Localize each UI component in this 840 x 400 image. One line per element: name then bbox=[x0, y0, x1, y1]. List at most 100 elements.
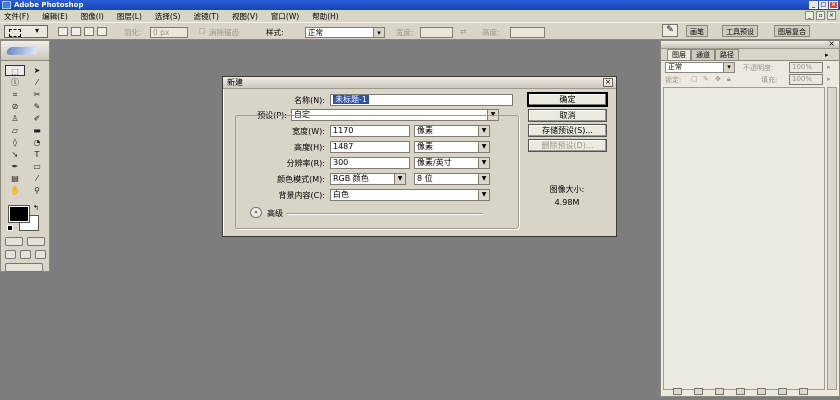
palette-tab-tool-presets[interactable]: 工具预设 bbox=[722, 25, 758, 37]
swap-dimensions-icon[interactable]: ⇄ bbox=[460, 27, 466, 36]
full-screen-menu-mode-icon[interactable] bbox=[20, 250, 31, 259]
tab-layers[interactable]: 图层 bbox=[667, 49, 691, 60]
dodge-tool-icon[interactable]: ◔ bbox=[27, 137, 47, 148]
palette-tab-layer-comps[interactable]: 图层复合 bbox=[774, 25, 810, 37]
doc-close-button[interactable]: × bbox=[827, 11, 836, 20]
opacity-input[interactable]: 100% bbox=[789, 62, 823, 73]
doc-restore-button[interactable]: ▫ bbox=[816, 11, 825, 20]
layer-mask-icon[interactable] bbox=[715, 387, 724, 395]
document-window-controls: _ ▫ × bbox=[805, 11, 836, 20]
history-brush-tool-icon[interactable]: ✐ bbox=[27, 113, 47, 124]
imageready-icon[interactable] bbox=[5, 263, 43, 272]
height-unit-select[interactable]: 像素 ▼ bbox=[414, 141, 490, 153]
quick-mask-mode-icon[interactable] bbox=[27, 237, 45, 246]
antialias-checkbox-icon[interactable]: ☐ bbox=[199, 27, 206, 36]
width-input[interactable] bbox=[420, 27, 453, 38]
resolution-unit-select[interactable]: 像素/英寸 ▼ bbox=[414, 157, 490, 169]
advanced-toggle-button[interactable]: » bbox=[250, 207, 262, 218]
menu-filter[interactable]: 滤镜(T) bbox=[194, 11, 219, 22]
adjustment-layer-icon[interactable] bbox=[757, 387, 766, 395]
menu-select[interactable]: 选择(S) bbox=[155, 11, 181, 22]
healing-brush-tool-icon[interactable]: ⊘ bbox=[5, 101, 25, 112]
dialog-close-button[interactable]: × bbox=[603, 78, 613, 87]
full-screen-mode-icon[interactable] bbox=[35, 250, 46, 259]
background-select[interactable]: 白色 ▼ bbox=[330, 189, 490, 201]
name-input[interactable]: 未标题-1 bbox=[330, 94, 513, 106]
subtract-selection-icon[interactable] bbox=[84, 27, 94, 36]
eraser-tool-icon[interactable]: ▱ bbox=[5, 125, 25, 136]
shape-tool-icon[interactable]: ▭ bbox=[27, 161, 47, 172]
chevron-down-icon: ▼ bbox=[478, 174, 489, 184]
new-group-icon[interactable] bbox=[736, 387, 745, 395]
bit-depth-select[interactable]: 8 位 ▼ bbox=[414, 173, 490, 185]
menu-window[interactable]: 窗口(W) bbox=[271, 11, 299, 22]
brushes-toggle-icon[interactable]: ✎ bbox=[662, 24, 678, 37]
height-input[interactable] bbox=[510, 27, 545, 38]
menu-image[interactable]: 图像(I) bbox=[81, 11, 104, 22]
minimize-button[interactable]: _ bbox=[809, 1, 818, 9]
maximize-button[interactable]: □ bbox=[819, 1, 828, 9]
foreground-color-swatch[interactable] bbox=[9, 206, 29, 222]
tab-paths[interactable]: 路径 bbox=[715, 49, 739, 60]
link-layers-icon[interactable] bbox=[673, 387, 682, 395]
hand-tool-icon[interactable]: ✋ bbox=[5, 185, 25, 196]
ok-button[interactable]: 确定 bbox=[528, 93, 607, 106]
doc-minimize-button[interactable]: _ bbox=[805, 11, 814, 20]
palette-tab-brushes[interactable]: 画笔 bbox=[686, 25, 708, 37]
standard-mode-icon[interactable] bbox=[5, 237, 23, 246]
clone-stamp-tool-icon[interactable]: ♙ bbox=[5, 113, 25, 124]
color-mode-select[interactable]: RGB 颜色 ▼ bbox=[330, 173, 406, 185]
blur-tool-icon[interactable]: ◊ bbox=[5, 137, 25, 148]
marquee-tool-icon[interactable]: ⬚ bbox=[5, 65, 25, 76]
lock-image-icon[interactable]: ✎ bbox=[703, 75, 709, 83]
height-input[interactable]: 1487 bbox=[330, 141, 410, 153]
pen-tool-icon[interactable]: ✒ bbox=[5, 161, 25, 172]
menu-view[interactable]: 视图(V) bbox=[232, 11, 258, 22]
feather-input[interactable]: 0 px bbox=[150, 27, 188, 38]
delete-layer-icon[interactable] bbox=[799, 387, 808, 395]
fill-input[interactable]: 100% bbox=[789, 74, 823, 85]
standard-screen-mode-icon[interactable] bbox=[5, 250, 16, 259]
tab-channels[interactable]: 通道 bbox=[691, 49, 715, 60]
swap-colors-icon[interactable]: ↰ bbox=[33, 204, 39, 212]
notes-tool-icon[interactable]: ▤ bbox=[5, 173, 25, 184]
save-preset-button[interactable]: 存储预设(S)... bbox=[528, 124, 607, 137]
fill-slider-icon[interactable]: ▸ bbox=[827, 75, 831, 83]
blend-mode-select[interactable]: 正常 ▾ bbox=[665, 62, 735, 73]
gradient-tool-icon[interactable]: ▬ bbox=[27, 125, 47, 136]
intersect-selection-icon[interactable] bbox=[97, 27, 107, 36]
resolution-input[interactable]: 300 bbox=[330, 157, 410, 169]
brush-tool-icon[interactable]: ✎ bbox=[27, 101, 47, 112]
new-selection-icon[interactable] bbox=[58, 27, 68, 36]
cancel-button[interactable]: 取消 bbox=[528, 109, 607, 122]
add-to-selection-icon[interactable] bbox=[71, 27, 81, 36]
new-layer-icon[interactable] bbox=[778, 387, 787, 395]
palette-menu-icon[interactable]: ▸ bbox=[825, 51, 835, 59]
layers-scrollbar[interactable] bbox=[827, 87, 837, 390]
slice-tool-icon[interactable]: ✂ bbox=[27, 89, 47, 100]
tool-preset-picker[interactable] bbox=[4, 25, 48, 38]
layer-style-icon[interactable] bbox=[694, 387, 703, 395]
delete-preset-button[interactable]: 删除预设(D)... bbox=[528, 139, 607, 152]
lock-transparency-icon[interactable]: ▢ bbox=[691, 75, 698, 83]
opacity-slider-icon[interactable]: ▸ bbox=[827, 63, 831, 71]
menu-help[interactable]: 帮助(H) bbox=[312, 11, 339, 22]
eyedropper-tool-icon[interactable]: ⁄ bbox=[27, 173, 47, 184]
magic-wand-tool-icon[interactable]: ⁄ bbox=[27, 77, 47, 88]
width-unit-select[interactable]: 像素 ▼ bbox=[414, 125, 490, 137]
menu-file[interactable]: 文件(F) bbox=[4, 11, 29, 22]
style-select[interactable]: 正常 ▾ bbox=[305, 27, 385, 38]
close-button[interactable]: × bbox=[829, 1, 838, 9]
lasso-tool-icon[interactable]: ⓛ bbox=[5, 77, 25, 88]
move-tool-icon[interactable]: ➤ bbox=[27, 65, 47, 76]
default-colors-icon[interactable] bbox=[7, 225, 13, 231]
menu-layer[interactable]: 图层(L) bbox=[117, 11, 142, 22]
crop-tool-icon[interactable]: ⌗ bbox=[5, 89, 25, 100]
menu-edit[interactable]: 编辑(E) bbox=[42, 11, 68, 22]
zoom-tool-icon[interactable]: ⚲ bbox=[27, 185, 47, 196]
width-input[interactable]: 1170 bbox=[330, 125, 410, 137]
lock-position-icon[interactable]: ✥ bbox=[715, 75, 721, 83]
lock-all-icon[interactable]: 🔒︎ bbox=[727, 75, 731, 84]
type-tool-icon[interactable]: T bbox=[27, 149, 47, 160]
path-selection-tool-icon[interactable]: ➘ bbox=[5, 149, 25, 160]
